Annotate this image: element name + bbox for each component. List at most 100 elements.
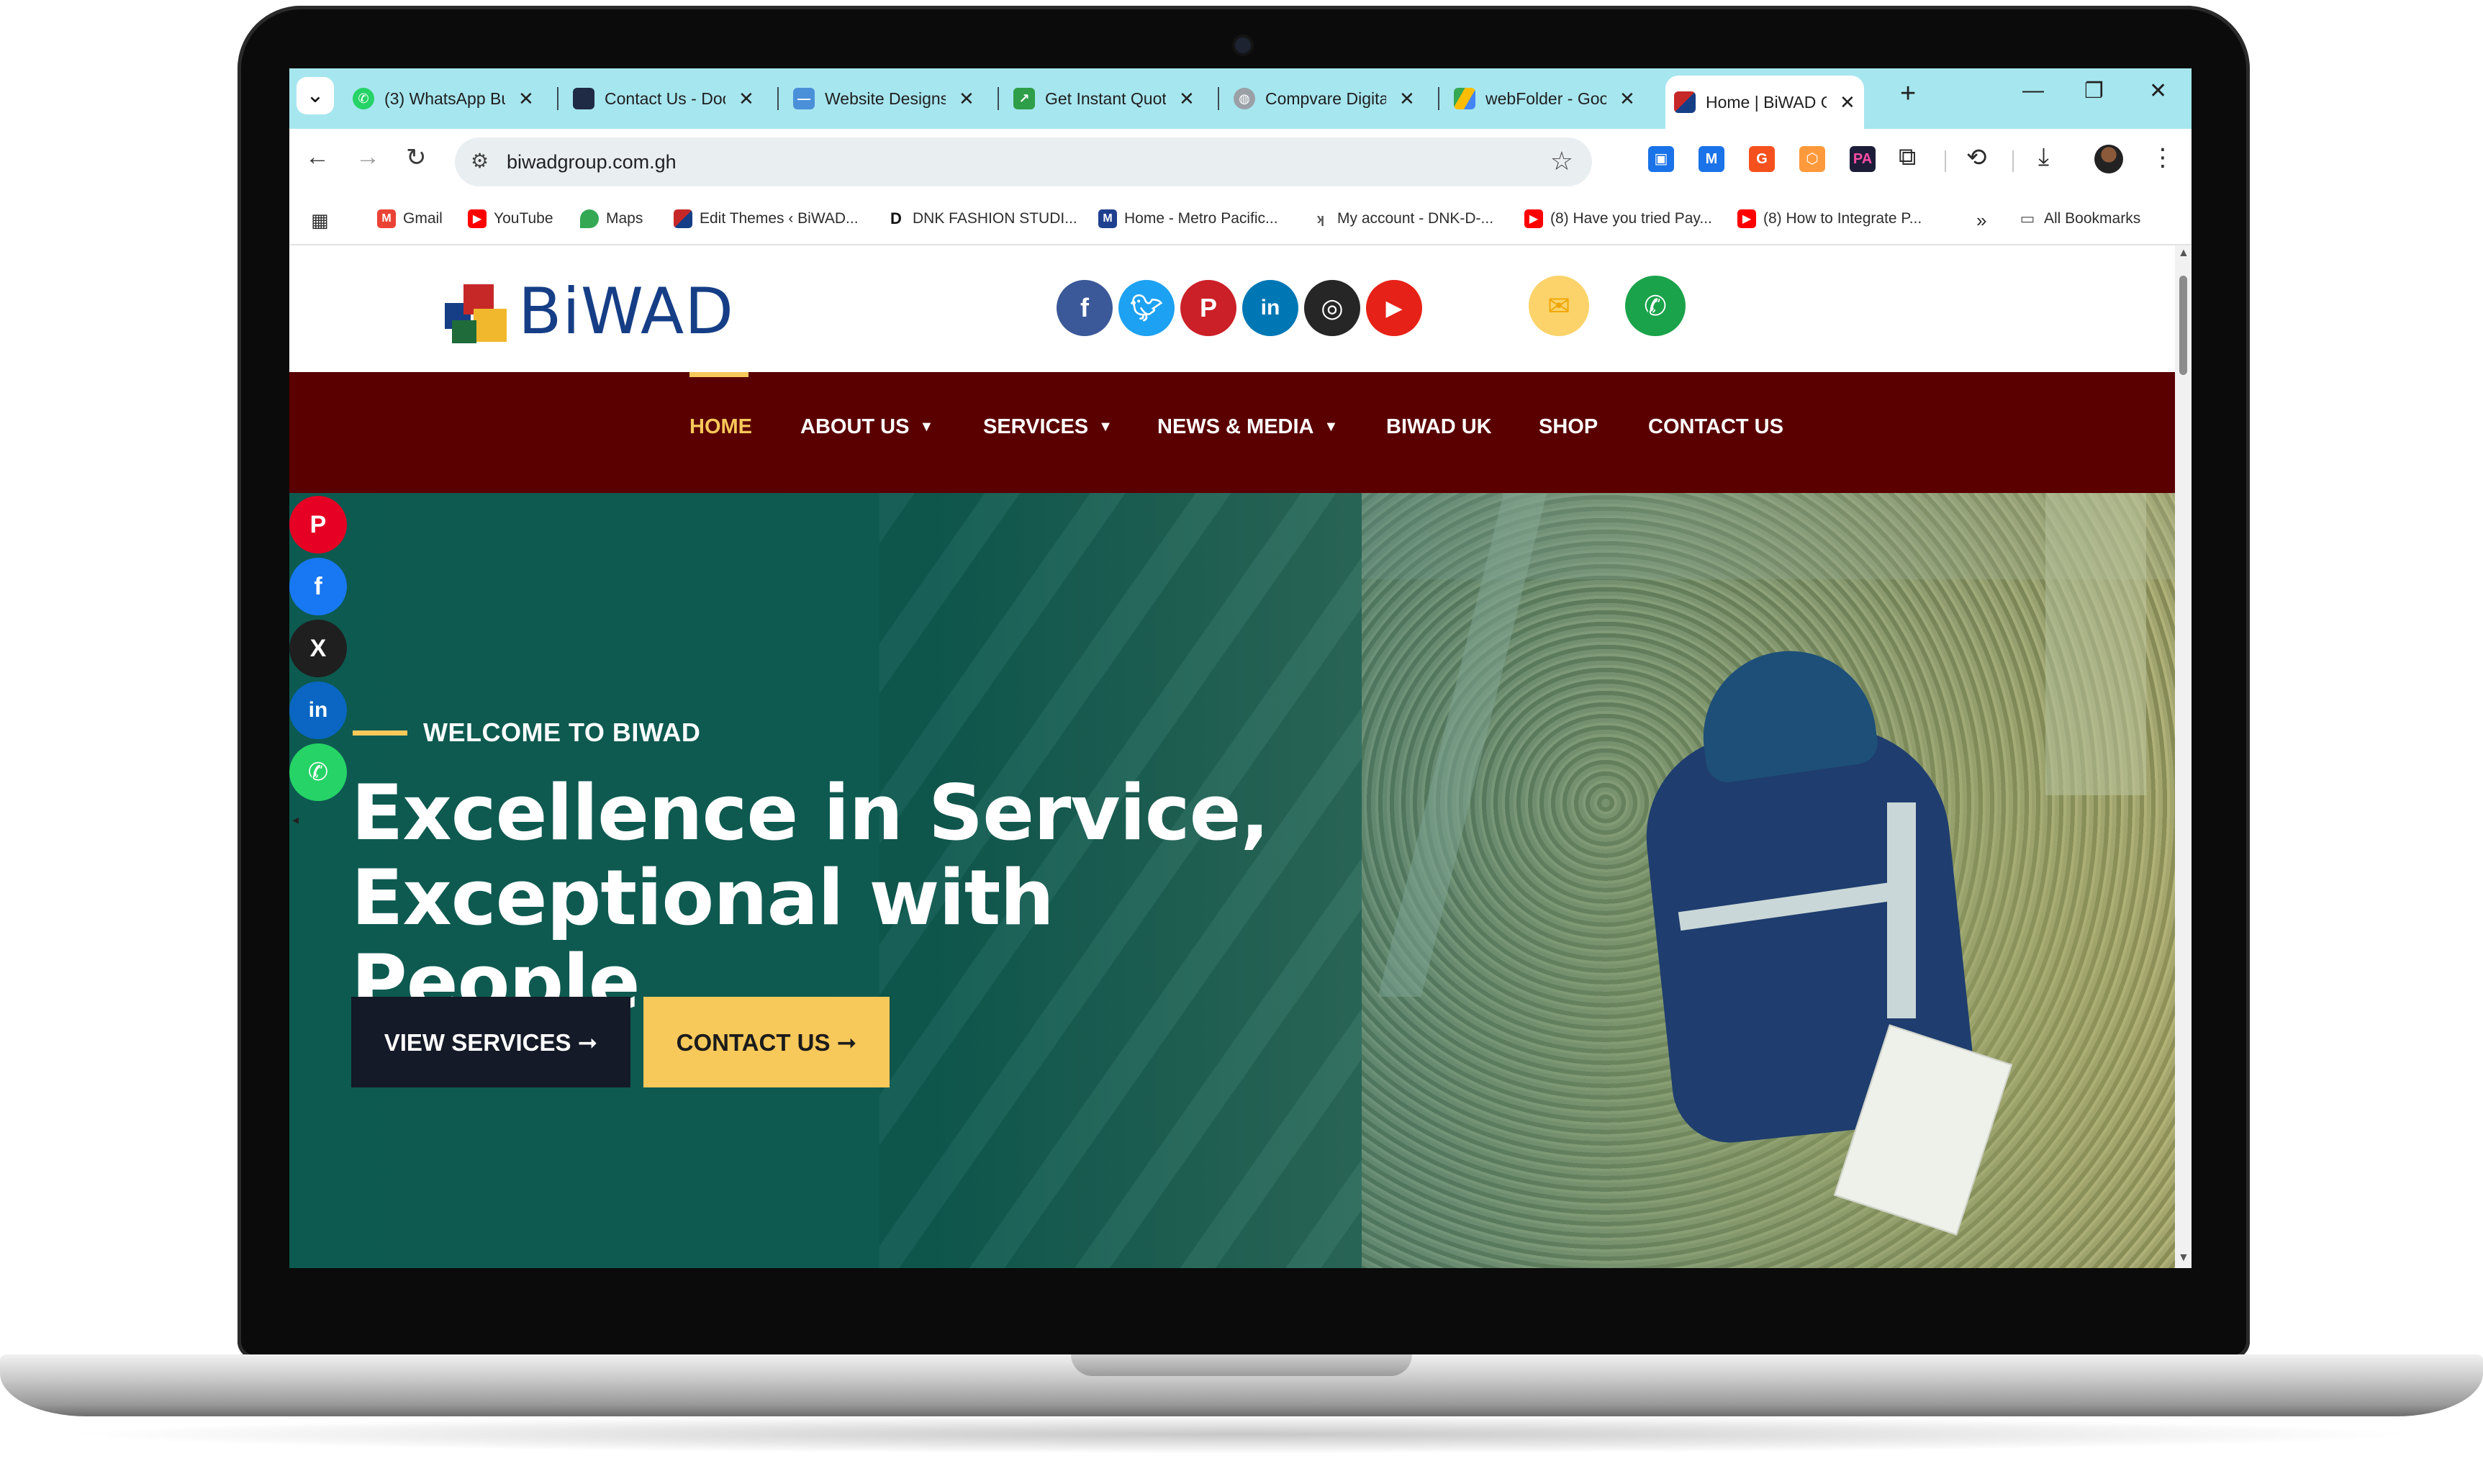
bookmark-dnk-fashion[interactable]: D DNK FASHION STUDI... — [887, 209, 1077, 228]
g-extension-icon[interactable]: G — [1749, 146, 1775, 172]
close-icon[interactable]: ✕ — [959, 88, 974, 110]
close-icon[interactable]: ✕ — [738, 88, 754, 110]
restore-button[interactable]: ❐ — [2084, 78, 2104, 104]
apps-grid-icon[interactable]: ▦ — [311, 209, 329, 232]
tab-compvare[interactable]: ◍ Compvare Digital ✕ — [1225, 76, 1424, 122]
tab-divider — [1218, 87, 1219, 110]
tab-website-designs[interactable]: — Website Designs - ✕ — [784, 76, 983, 122]
close-icon[interactable]: ✕ — [1840, 91, 1855, 114]
close-icon[interactable]: ✕ — [518, 88, 534, 110]
hero-title: Excellence in Service, Exceptional with … — [351, 769, 1270, 1027]
nav-services[interactable]: SERVICES ▼ — [983, 415, 1113, 439]
drive-icon — [1454, 88, 1475, 109]
logo-text: BiWAD — [518, 274, 734, 348]
share-facebook-icon[interactable]: f — [289, 558, 347, 615]
forward-icon[interactable]: → — [356, 143, 380, 171]
nav-active-indicator — [689, 372, 748, 377]
page-scrollbar[interactable]: ▲ ▼ — [2175, 245, 2192, 1268]
pinterest-icon[interactable]: P — [1180, 280, 1236, 336]
bookmark-have-you-tried[interactable]: ▶ (8) Have you tried Pay... — [1524, 209, 1712, 228]
laptop-notch — [1071, 1354, 1412, 1376]
share-collapse-icon[interactable]: ◂ — [292, 813, 299, 828]
tab-search-button[interactable]: ⌄ — [297, 77, 334, 114]
bookmark-my-account[interactable]: ʞ My account - DNK-D-... — [1311, 209, 1493, 228]
m-extension-icon[interactable]: M — [1699, 146, 1724, 172]
profile-avatar[interactable] — [2094, 145, 2123, 173]
tab-strip: ⌄ ✆ (3) WhatsApp Business ✕ Contact Us -… — [289, 68, 2192, 129]
site-icon — [573, 88, 594, 109]
youtube-icon: ▶ — [1737, 209, 1756, 228]
nav-news-media[interactable]: NEWS & MEDIA ▼ — [1157, 415, 1338, 439]
bookmark-edit-themes[interactable]: Edit Themes ‹ BiWAD... — [674, 209, 859, 228]
d-icon: D — [887, 209, 905, 228]
view-services-button[interactable]: VIEW SERVICES ➞ — [351, 997, 630, 1087]
minimize-button[interactable]: — — [2022, 78, 2044, 103]
bookmark-youtube[interactable]: ▶ YouTube — [468, 209, 553, 228]
scroll-up-icon[interactable]: ▲ — [2178, 247, 2189, 260]
download-icon[interactable]: ⤓ — [2038, 143, 2049, 171]
bookmark-metro-pacific[interactable]: M Home - Metro Pacific... — [1098, 209, 1278, 228]
share-x-icon[interactable]: X — [289, 620, 347, 677]
phone-icon[interactable]: ✆ — [1625, 276, 1686, 336]
menu-kebab-icon[interactable]: ⋮ — [2150, 143, 2175, 172]
address-bar[interactable]: ⚙ biwadgroup.com.gh ☆ — [455, 137, 1592, 186]
window-close-button[interactable]: ✕ — [2149, 78, 2167, 104]
facebook-icon[interactable]: f — [1057, 280, 1113, 336]
close-icon[interactable]: ✕ — [1399, 88, 1415, 110]
maps-icon — [580, 209, 599, 228]
hex-extension-icon[interactable]: ⬡ — [1799, 146, 1825, 172]
bookmark-how-to-integrate[interactable]: ▶ (8) How to Integrate P... — [1737, 209, 1922, 228]
tab-whatsapp[interactable]: ✆ (3) WhatsApp Business ✕ — [344, 76, 543, 122]
site-logo[interactable]: BiWAD — [442, 274, 734, 348]
screenshot-extension-icon[interactable]: ▣ — [1648, 146, 1674, 172]
bookmark-maps[interactable]: Maps — [580, 209, 643, 228]
m-icon: M — [1098, 209, 1117, 228]
nav-home[interactable]: HOME — [689, 415, 752, 439]
pa-extension-icon[interactable]: PA — [1850, 146, 1876, 172]
bookmarks-bar: ▦ M Gmail ▶ YouTube Maps Edit Themes ‹ BiW… — [289, 195, 2192, 245]
twitter-icon[interactable]: 🐦︎ — [1118, 280, 1175, 336]
nav-biwad-uk[interactable]: BIWAD UK — [1386, 415, 1492, 439]
caret-down-icon: ▼ — [1324, 419, 1339, 435]
tab-divider — [777, 87, 779, 110]
linkedin-icon[interactable]: in — [1242, 280, 1298, 336]
bookmark-star-icon[interactable]: ☆ — [1550, 146, 1573, 176]
nav-about-us[interactable]: ABOUT US ▼ — [800, 415, 933, 439]
all-bookmarks-button[interactable]: ▭ All Bookmarks — [2018, 209, 2140, 228]
share-linkedin-icon[interactable]: in — [289, 682, 347, 739]
instagram-icon[interactable]: ◎ — [1304, 280, 1360, 336]
share-pinterest-icon[interactable]: P — [289, 496, 347, 553]
share-whatsapp-icon[interactable]: ✆ — [289, 743, 347, 801]
youtube-icon: ▶ — [1524, 209, 1543, 228]
nav-shop[interactable]: SHOP — [1539, 415, 1598, 439]
tab-biwad-active[interactable]: Home | BiWAD Group ✕ — [1665, 76, 1864, 129]
tab-contact[interactable]: Contact Us - Doctors ✕ — [564, 76, 763, 122]
gmail-icon: M — [377, 209, 396, 228]
email-icon[interactable]: ✉ — [1529, 276, 1589, 336]
contact-us-button[interactable]: CONTACT US ➞ — [643, 997, 890, 1087]
dnk-icon: ʞ — [1311, 209, 1330, 228]
scroll-down-icon[interactable]: ▼ — [2178, 1252, 2189, 1264]
scroll-thumb[interactable] — [2179, 276, 2187, 375]
biwad-icon — [674, 209, 692, 228]
nav-contact-us[interactable]: CONTACT US — [1648, 415, 1783, 439]
quote-icon: ↗ — [1013, 88, 1035, 109]
reload-icon[interactable]: ↻ — [406, 143, 427, 172]
back-icon[interactable]: ← — [305, 143, 330, 171]
close-icon[interactable]: ✕ — [1179, 88, 1195, 110]
browser-toolbar: ← → ↻ ⚙ biwadgroup.com.gh ☆ ▣ M G ⬡ PA ⧉… — [289, 129, 2192, 195]
url-text[interactable]: biwadgroup.com.gh — [507, 151, 677, 173]
history-icon[interactable]: ⟲ — [1966, 143, 1987, 172]
youtube-icon[interactable]: ▶ — [1366, 280, 1422, 336]
bookmark-gmail[interactable]: M Gmail — [377, 209, 443, 228]
site-header: BiWAD f 🐦︎ P in ◎ ▶ ✉ ✆ — [289, 245, 2175, 372]
tab-instant-quote[interactable]: ↗ Get Instant Quote ✕ — [1005, 76, 1203, 122]
new-tab-button[interactable]: + — [1900, 78, 1916, 109]
bookmarks-overflow-button[interactable]: » — [1976, 209, 1986, 232]
hero-kicker: WELCOME TO BIWAD — [353, 718, 700, 748]
tab-webfolder[interactable]: webFolder - Google Drive ✕ — [1445, 76, 1644, 122]
extensions-puzzle-icon[interactable]: ⧉ — [1899, 143, 1916, 171]
site-settings-icon[interactable]: ⚙ — [471, 149, 489, 173]
close-icon[interactable]: ✕ — [1619, 88, 1635, 110]
kicker-line — [353, 730, 407, 736]
